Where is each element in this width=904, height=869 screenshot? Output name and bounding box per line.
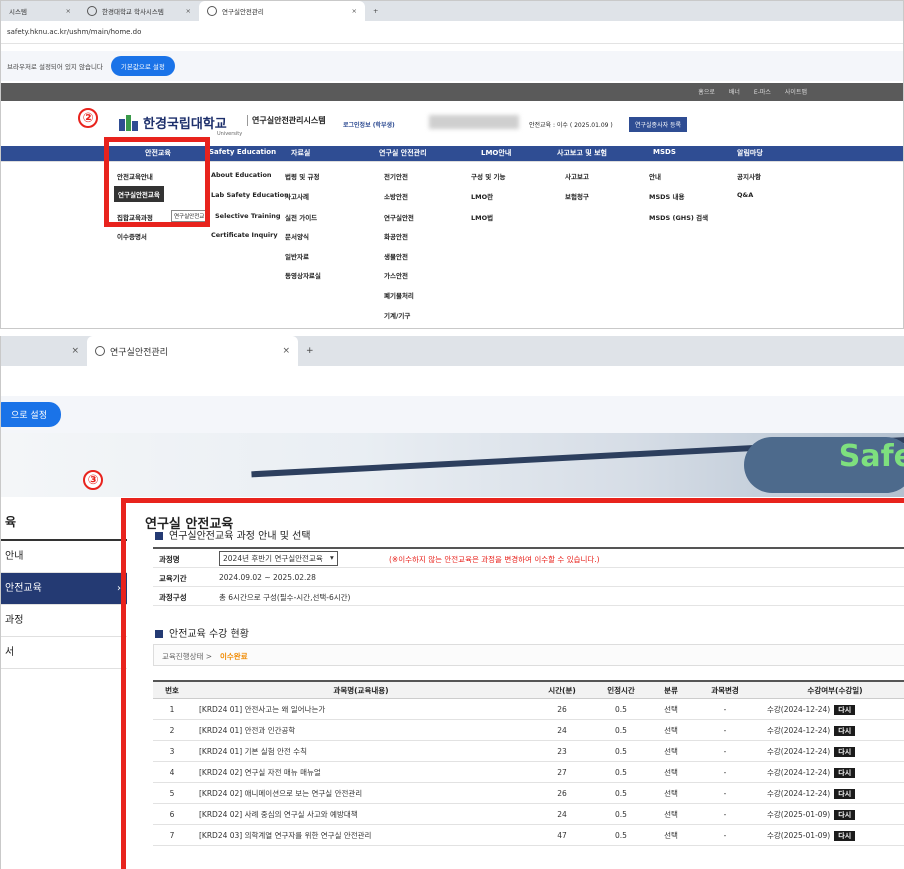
submenu-laws[interactable]: 법령 및 규정: [285, 171, 319, 181]
university-sub: University: [217, 131, 243, 137]
login-info: 로그인정보 (학부생): [343, 122, 395, 129]
tab-label: 시스템: [9, 8, 27, 16]
sidebar-item-certificate[interactable]: 서: [1, 637, 127, 669]
util-link-banner[interactable]: 배너: [729, 87, 740, 96]
set-default-button[interactable]: 기본값으로 설정: [110, 56, 175, 76]
sidebar-item-label: 안전교육: [5, 583, 42, 594]
globe-icon: [95, 346, 105, 356]
submenu-msds-info[interactable]: 안내: [649, 171, 661, 181]
default-browser-infobar: 브라우저로 설정되어 있지 않습니다 기본값으로 설정: [1, 51, 903, 81]
default-browser-infobar: 으로 설정: [1, 396, 904, 433]
submenu-selective-training[interactable]: Selective Training: [215, 212, 281, 220]
infobar-text: 브라우저로 설정되어 있지 않습니다: [7, 63, 103, 71]
submenu-accident-cases[interactable]: 사고사례: [285, 191, 309, 201]
submenu-msds-search[interactable]: MSDS (GHS) 검색: [649, 212, 708, 222]
browser-tab-active[interactable]: 연구실안전관리 ×: [87, 336, 298, 366]
nav-accident-report[interactable]: 사고보고 및 보험: [557, 148, 607, 158]
submenu-qna[interactable]: Q&A: [737, 191, 753, 199]
util-link-sitemap[interactable]: 사이트맵: [785, 87, 807, 96]
submenu-gas[interactable]: 가스안전: [384, 270, 408, 280]
submenu-accident-report[interactable]: 사고보고: [565, 171, 589, 181]
nav-msds[interactable]: MSDS: [653, 148, 676, 156]
url-text: safety.hknu.ac.kr/ushm/main/home.do: [7, 28, 142, 36]
submenu-forms[interactable]: 문서양식: [285, 231, 309, 241]
blurred-user-name: [429, 115, 519, 129]
browser-tab-bar: 시스템 × 한경대학교 학사시스템 × 연구실안전관리 × +: [1, 1, 903, 21]
banner-text: Safe: [838, 439, 904, 474]
step-marker: ②: [78, 108, 98, 128]
system-name: 연구실안전관리시스템: [247, 115, 326, 126]
register-researcher-button[interactable]: 연구실종사자 등록: [629, 117, 688, 132]
submenu-chemical[interactable]: 화공안전: [384, 231, 408, 241]
browser-tab-bar: × 연구실안전관리 × +: [1, 336, 904, 366]
close-icon[interactable]: ×: [65, 346, 79, 356]
submenu-lmo-what[interactable]: LMO란: [471, 191, 493, 201]
address-bar[interactable]: [1, 366, 904, 397]
browser-tab[interactable]: ×: [1, 336, 87, 366]
sidebar-title: 육: [5, 515, 17, 529]
education-status: 안전교육 : 이수 ( 2025.01.09 ): [529, 122, 613, 129]
highlight-box: [121, 498, 904, 869]
sidebar-item-lab-safety-edu[interactable]: 안전교육 ›: [1, 573, 127, 605]
util-link-home[interactable]: 홈으로: [698, 87, 715, 96]
bottom-screenshot-panel: × 연구실안전관리 × + 으로 설정 Safe 육 안내 안전교육 › 과정 서…: [0, 336, 904, 869]
browser-tab-active[interactable]: 연구실안전관리 ×: [199, 1, 365, 21]
submenu-video-archive[interactable]: 동영상자료실: [285, 270, 321, 280]
close-icon[interactable]: ×: [180, 7, 191, 15]
top-screenshot-panel: 시스템 × 한경대학교 학사시스템 × 연구실안전관리 × + safety.hknu…: [0, 0, 904, 329]
submenu-msds-content[interactable]: MSDS 내용: [649, 191, 684, 201]
util-link-emas[interactable]: E-마스: [754, 87, 771, 96]
tab-label: 한경대학교 학사시스템: [102, 8, 164, 16]
set-default-button[interactable]: 으로 설정: [1, 402, 61, 427]
nav-notice[interactable]: 알림마당: [737, 148, 763, 158]
close-icon[interactable]: ×: [276, 346, 290, 356]
submenu-lab-safety-education[interactable]: Lab Safety Education: [211, 191, 289, 199]
close-icon[interactable]: ×: [60, 7, 71, 15]
address-bar[interactable]: safety.hknu.ac.kr/ushm/main/home.do: [1, 21, 903, 44]
submenu-lab[interactable]: 연구실안전: [384, 212, 414, 222]
submenu-bio[interactable]: 생물안전: [384, 251, 408, 261]
university-logo-icon: [119, 115, 138, 131]
step-marker: ③: [83, 470, 103, 490]
nav-archive[interactable]: 자료실: [291, 148, 310, 158]
submenu-about-education[interactable]: About Education: [211, 171, 272, 179]
submenu-notices[interactable]: 공지사항: [737, 171, 761, 181]
university-name[interactable]: 한경국립대학교: [143, 113, 227, 132]
submenu-lmo-structure[interactable]: 구성 및 기능: [471, 171, 505, 181]
submenu-fire[interactable]: 소방안전: [384, 191, 408, 201]
nav-safety-education-en[interactable]: Safety Education: [209, 148, 276, 156]
sidebar: 육 안내 안전교육 › 과정 서: [1, 497, 127, 869]
tab-label: 연구실안전관리: [222, 8, 264, 16]
globe-icon: [207, 6, 217, 16]
submenu-certificate-inquiry[interactable]: Certificate Inquiry: [211, 231, 278, 239]
globe-icon: [87, 6, 97, 16]
sidebar-item-edu-info[interactable]: 안내: [1, 541, 127, 573]
new-tab-icon[interactable]: +: [298, 346, 322, 356]
submenu-guide[interactable]: 실전 가이드: [285, 212, 317, 222]
close-icon[interactable]: ×: [346, 7, 357, 15]
nav-lab-safety[interactable]: 연구실 안전관리: [379, 148, 427, 158]
nav-lmo[interactable]: LMO안내: [481, 148, 511, 158]
submenu-general-data[interactable]: 일반자료: [285, 251, 309, 261]
page-banner: Safe: [1, 433, 904, 497]
submenu-machine[interactable]: 기계/기구: [384, 310, 410, 320]
browser-tab[interactable]: 한경대학교 학사시스템 ×: [79, 1, 199, 21]
new-tab-icon[interactable]: +: [365, 7, 386, 15]
submenu-waste[interactable]: 폐기물처리: [384, 290, 414, 300]
submenu-insurance-claim[interactable]: 보험청구: [565, 191, 589, 201]
submenu-certificate[interactable]: 이수증명서: [117, 231, 147, 241]
site-utility-bar: 홈으로 배너 E-마스 사이트맵: [1, 83, 903, 101]
browser-tab[interactable]: 시스템 ×: [1, 1, 79, 21]
tab-label: 연구실안전관리: [110, 347, 168, 358]
sidebar-item-group-course[interactable]: 과정: [1, 605, 127, 637]
submenu-lmo-law[interactable]: LMO법: [471, 212, 493, 222]
highlight-box: [104, 137, 210, 227]
submenu-electrical[interactable]: 전기안전: [384, 171, 408, 181]
